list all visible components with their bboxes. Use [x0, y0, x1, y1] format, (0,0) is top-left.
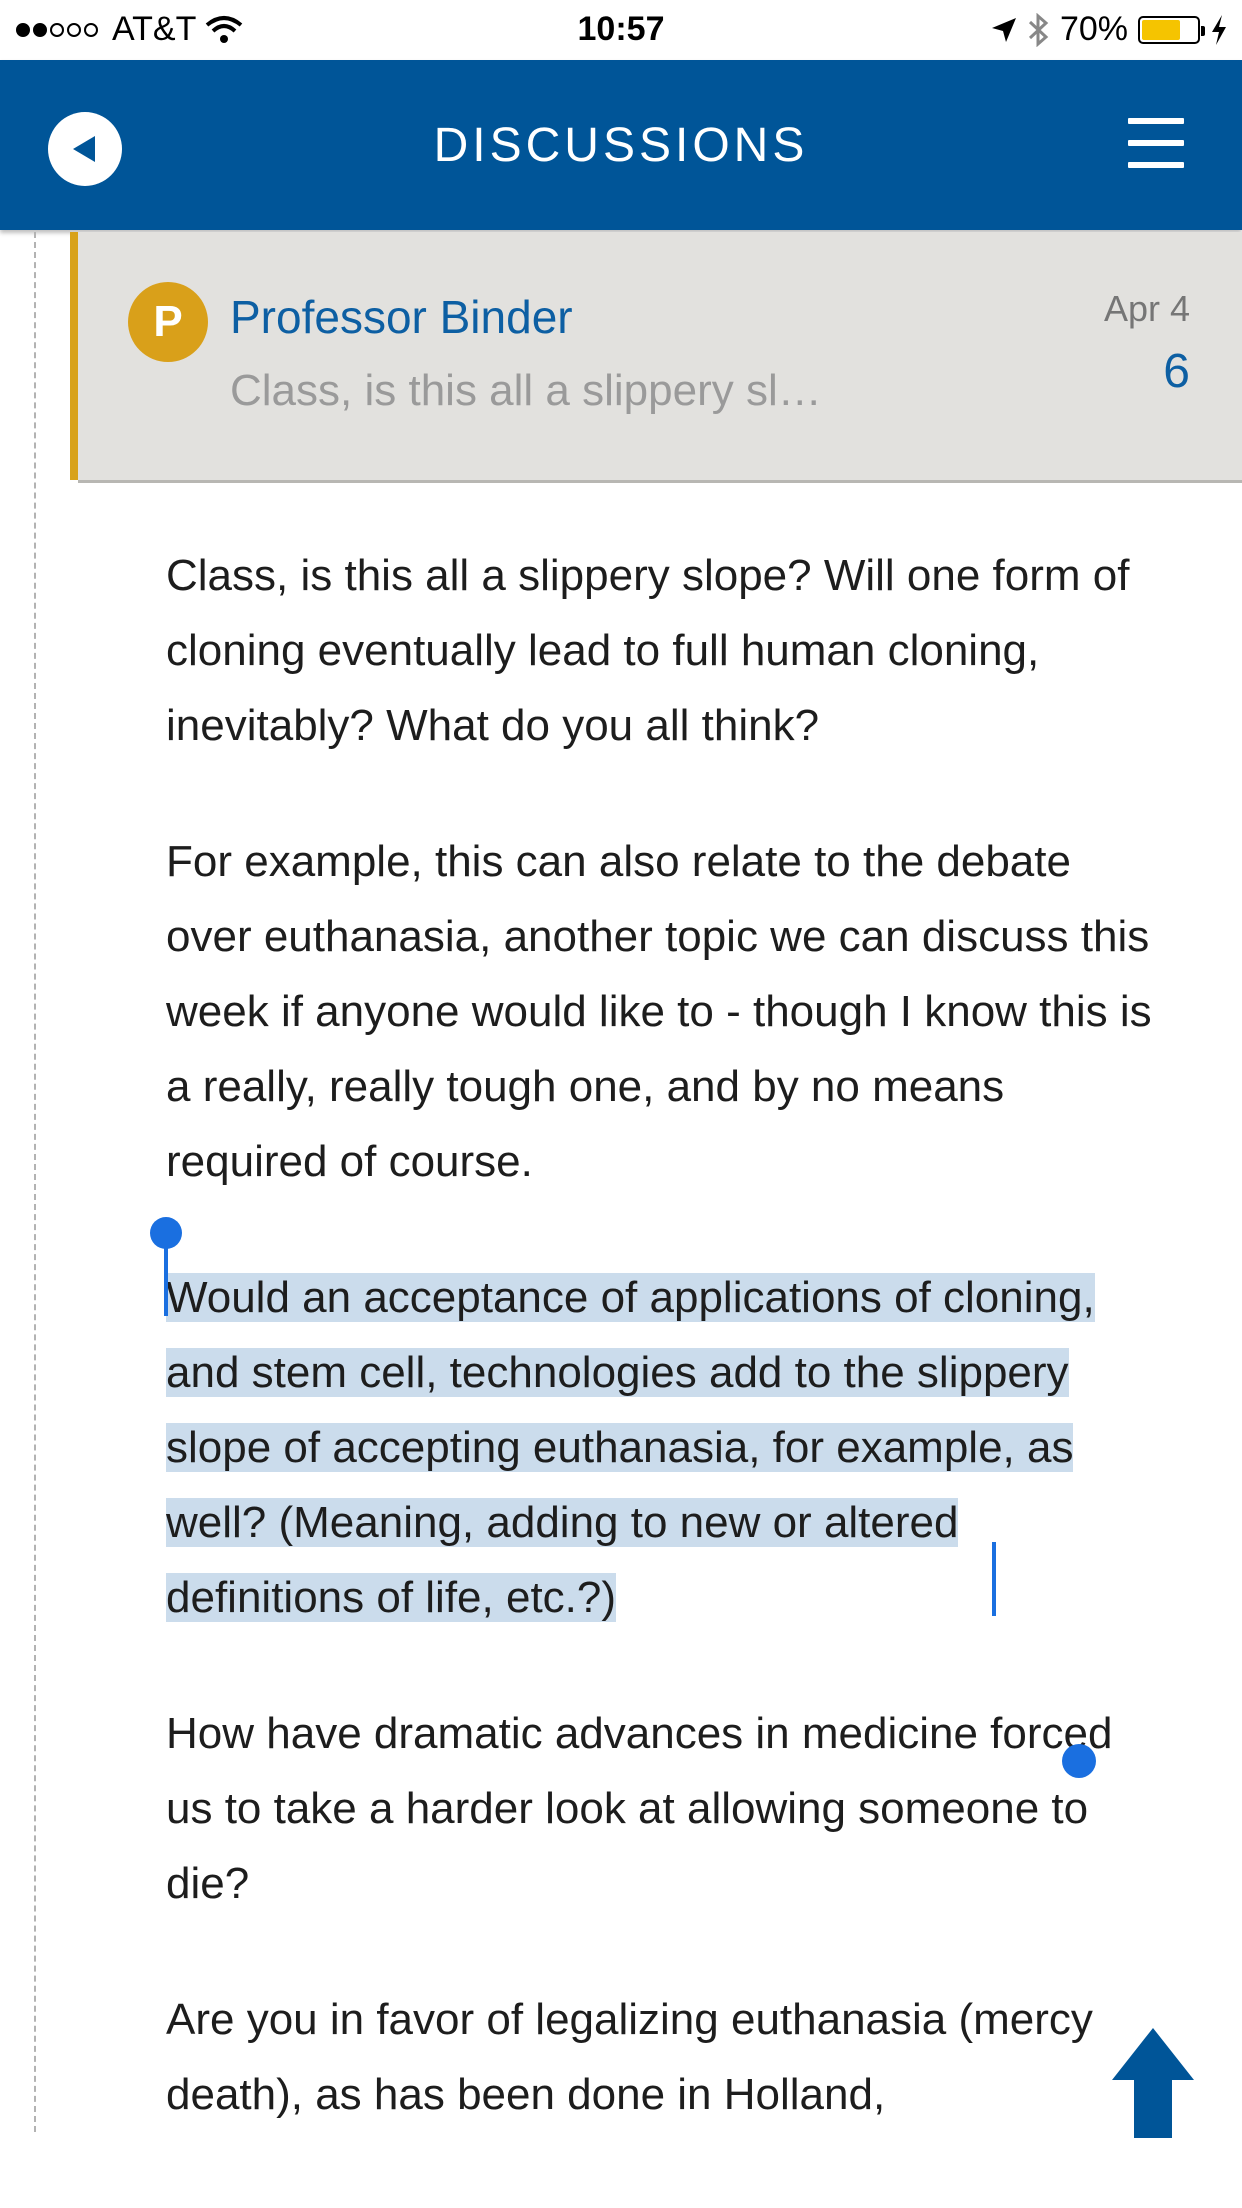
hamburger-icon — [1128, 118, 1184, 168]
post-header-card[interactable]: P Professor Binder Class, is this all a … — [78, 232, 1242, 483]
status-right: 70% — [990, 10, 1228, 49]
location-arrow-icon — [991, 17, 1016, 42]
author-name[interactable]: Professor Binder — [230, 290, 573, 344]
body-paragraph: How have dramatic advances in medicine f… — [166, 1709, 1113, 1908]
avatar: P — [128, 282, 208, 362]
thread-accent-bar — [70, 232, 78, 480]
selection-end-caret — [992, 1542, 996, 1616]
battery-percent: 70% — [1059, 10, 1128, 48]
post-body: Class, is this all a slippery slope? Wil… — [166, 538, 1156, 2193]
body-paragraph: Class, is this all a slippery slope? Wil… — [166, 551, 1130, 750]
status-bar: AT&T 10:57 70% — [0, 0, 1242, 60]
selection-start-caret — [164, 1244, 168, 1316]
body-paragraph: Are you in favor of legalizing euthanasi… — [166, 1995, 1093, 2119]
post-date: Apr 4 — [1103, 288, 1190, 329]
post-preview: Class, is this all a slippery sl… — [230, 366, 822, 415]
scroll-to-top-button[interactable] — [1112, 2028, 1194, 2138]
nav-bar: DISCUSSIONS — [0, 60, 1242, 230]
thread-dashed-line — [34, 232, 36, 2132]
bluetooth-icon — [1028, 12, 1049, 47]
page-title: DISCUSSIONS — [433, 119, 809, 172]
selected-paragraph[interactable]: Would an acceptance of applications of c… — [166, 1260, 1156, 1635]
battery-icon — [1138, 15, 1205, 44]
selection-end-handle[interactable] — [1062, 1744, 1096, 1778]
charging-bolt-icon — [1212, 14, 1226, 45]
menu-button[interactable] — [1128, 118, 1184, 174]
text-selection[interactable]: Would an acceptance of applications of c… — [166, 1273, 1095, 1622]
reply-count[interactable]: 6 — [1163, 344, 1190, 399]
body-paragraph: For example, this can also relate to the… — [166, 837, 1152, 1186]
up-arrow-icon — [1112, 2028, 1194, 2138]
bottom-clip — [0, 2136, 1242, 2208]
